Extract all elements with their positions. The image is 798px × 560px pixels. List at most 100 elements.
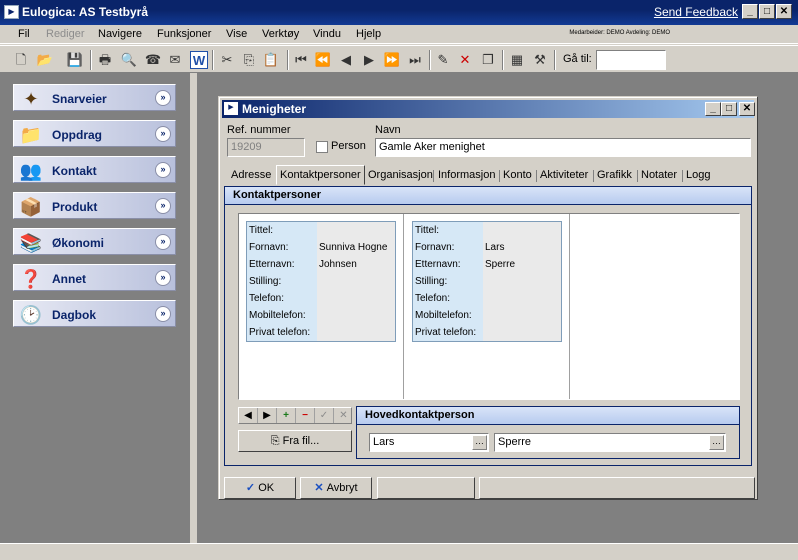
tab-grafikk[interactable]: Grafikk bbox=[597, 167, 632, 184]
expand-icon[interactable]: » bbox=[155, 234, 171, 250]
nav-label: Oppdrag bbox=[52, 128, 102, 142]
contact-card[interactable]: Tittel: Fornavn: Etternavn: Stilling: Te… bbox=[412, 221, 562, 342]
next-page-icon[interactable]: ⏩ bbox=[383, 51, 401, 69]
next-record-icon[interactable]: ▶ bbox=[360, 51, 378, 69]
hoved-header: Hovedkontaktperson bbox=[357, 407, 739, 425]
user-info: Medarbeider: DEMO Avdeling: DEMO bbox=[569, 30, 670, 36]
cancel-icon[interactable]: ✕ bbox=[334, 408, 353, 423]
field-label: Tittel: bbox=[249, 225, 274, 236]
prev-page-icon[interactable]: ⏪ bbox=[314, 51, 332, 69]
name-field[interactable]: Gamle Aker menighet bbox=[375, 138, 751, 157]
etternavn-value: Johnsen bbox=[319, 259, 357, 270]
minimize-button[interactable]: _ bbox=[742, 4, 758, 19]
tab-logg[interactable]: Logg bbox=[686, 167, 710, 184]
print-icon[interactable]: 🖶 bbox=[96, 51, 114, 69]
expand-icon[interactable]: » bbox=[155, 126, 171, 142]
ok-label: OK bbox=[258, 482, 275, 494]
confirm-icon[interactable]: ✓ bbox=[315, 408, 334, 423]
etternavn-value: Sperre bbox=[485, 259, 516, 270]
nav-produkt[interactable]: 📦 Produkt » bbox=[13, 192, 176, 219]
new-icon[interactable]: 🗋 bbox=[12, 51, 30, 69]
ref-number-field: 19209 bbox=[227, 138, 305, 157]
edit-icon[interactable]: ✎ bbox=[434, 51, 452, 69]
contact-card[interactable]: Tittel: Fornavn: Etternavn: Stilling: Te… bbox=[246, 221, 396, 342]
menu-vise[interactable]: Vise bbox=[226, 28, 247, 40]
app-logo-icon: ▶ bbox=[4, 5, 19, 19]
open-folder-icon[interactable]: 📂 bbox=[36, 51, 54, 69]
field-label: Mobiltelefon: bbox=[249, 310, 306, 321]
menu-vindu[interactable]: Vindu bbox=[313, 28, 341, 40]
tab-adresse[interactable]: Adresse bbox=[231, 167, 271, 184]
prev-icon[interactable]: ◀ bbox=[239, 408, 258, 423]
add-icon[interactable]: + bbox=[277, 408, 296, 423]
tab-divider bbox=[637, 170, 638, 182]
cut-icon[interactable]: ✂ bbox=[218, 51, 236, 69]
menu-fil[interactable]: Fil bbox=[18, 28, 30, 40]
save-icon[interactable]: 💾 bbox=[66, 51, 84, 69]
prev-record-icon[interactable]: ◀ bbox=[337, 51, 355, 69]
nav-oppdrag[interactable]: 📁 Oppdrag » bbox=[13, 120, 176, 147]
expand-icon[interactable]: » bbox=[155, 162, 171, 178]
cancel-label: Avbryt bbox=[326, 482, 358, 494]
hoved-last-name-field[interactable]: Sperre … bbox=[494, 433, 726, 452]
hoved-first-name-value: Lars bbox=[373, 436, 395, 448]
pane-splitter[interactable] bbox=[190, 73, 197, 543]
fax-icon[interactable]: ☎ bbox=[144, 51, 162, 69]
expand-icon[interactable]: » bbox=[155, 270, 171, 286]
menu-rediger[interactable]: Rediger bbox=[46, 28, 85, 40]
word-icon[interactable]: W bbox=[190, 51, 208, 69]
first-record-icon[interactable]: ⏮ bbox=[292, 51, 310, 69]
nav-kontakt[interactable]: 👥 Kontakt » bbox=[13, 156, 176, 183]
tools-icon[interactable]: ⚒ bbox=[531, 51, 549, 69]
send-feedback-link[interactable]: Send Feedback bbox=[654, 5, 738, 19]
books-icon: 📚 bbox=[19, 233, 43, 253]
expand-icon[interactable]: » bbox=[155, 90, 171, 106]
dialog-close-button[interactable]: ✕ bbox=[739, 102, 755, 116]
tab-aktiviteter[interactable]: Aktiviteter bbox=[540, 167, 588, 184]
tab-konto[interactable]: Konto bbox=[503, 167, 532, 184]
maximize-button[interactable]: □ bbox=[759, 4, 775, 19]
browse-icon[interactable]: … bbox=[472, 435, 487, 450]
tab-informasjon[interactable]: Informasjon bbox=[438, 167, 495, 184]
hoved-first-name-field[interactable]: Lars … bbox=[369, 433, 489, 452]
ok-button[interactable]: ✓ OK bbox=[224, 477, 296, 499]
menu-hjelp[interactable]: Hjelp bbox=[356, 28, 381, 40]
paste-icon[interactable]: 📋 bbox=[262, 51, 280, 69]
print-preview-icon[interactable]: 🔍 bbox=[120, 51, 138, 69]
nav-annet[interactable]: ❓ Annet » bbox=[13, 264, 176, 291]
close-button[interactable]: ✕ bbox=[776, 4, 792, 19]
email-icon[interactable]: ✉ bbox=[166, 51, 184, 69]
copy-icon[interactable]: ⎘ bbox=[240, 51, 258, 69]
cancel-button[interactable]: ✕ Avbryt bbox=[300, 477, 372, 499]
calculator-icon[interactable]: ▦ bbox=[508, 51, 526, 69]
empty-button bbox=[377, 477, 475, 499]
menu-funksjoner[interactable]: Funksjoner bbox=[157, 28, 211, 40]
duplicate-icon[interactable]: ❐ bbox=[479, 51, 497, 69]
next-icon[interactable]: ▶ bbox=[258, 408, 277, 423]
dialog-minimize-button[interactable]: _ bbox=[705, 102, 721, 116]
tab-notater[interactable]: Notater bbox=[641, 167, 677, 184]
dialog-title: Menigheter bbox=[242, 102, 307, 116]
person-label: Person bbox=[331, 140, 366, 152]
fra-fil-button[interactable]: ⎘ Fra fil... bbox=[238, 430, 352, 452]
tab-kontaktpersoner[interactable]: Kontaktpersoner bbox=[276, 165, 365, 185]
menu-verktoy[interactable]: Verktøy bbox=[262, 28, 299, 40]
expand-icon[interactable]: » bbox=[155, 306, 171, 322]
expand-icon[interactable]: » bbox=[155, 198, 171, 214]
field-label: Tittel: bbox=[415, 225, 440, 236]
tab-organisasjon[interactable]: Organisasjon bbox=[368, 167, 433, 184]
check-icon: ✓ bbox=[245, 482, 259, 494]
delete-icon[interactable]: ✕ bbox=[456, 51, 474, 69]
person-checkbox[interactable] bbox=[316, 141, 328, 153]
goto-input[interactable] bbox=[596, 50, 666, 70]
last-record-icon[interactable]: ⏭ bbox=[406, 51, 424, 69]
nav-dagbok[interactable]: 🕑 Dagbok » bbox=[13, 300, 176, 327]
menu-navigere[interactable]: Navigere bbox=[98, 28, 142, 40]
remove-icon[interactable]: − bbox=[296, 408, 315, 423]
name-label: Navn bbox=[375, 124, 401, 136]
nav-okonomi[interactable]: 📚 Økonomi » bbox=[13, 228, 176, 255]
toolbar-separator bbox=[212, 50, 214, 70]
browse-icon[interactable]: … bbox=[709, 435, 724, 450]
dialog-maximize-button[interactable]: □ bbox=[721, 102, 737, 116]
nav-snarveier[interactable]: ✦ Snarveier » bbox=[13, 84, 176, 111]
